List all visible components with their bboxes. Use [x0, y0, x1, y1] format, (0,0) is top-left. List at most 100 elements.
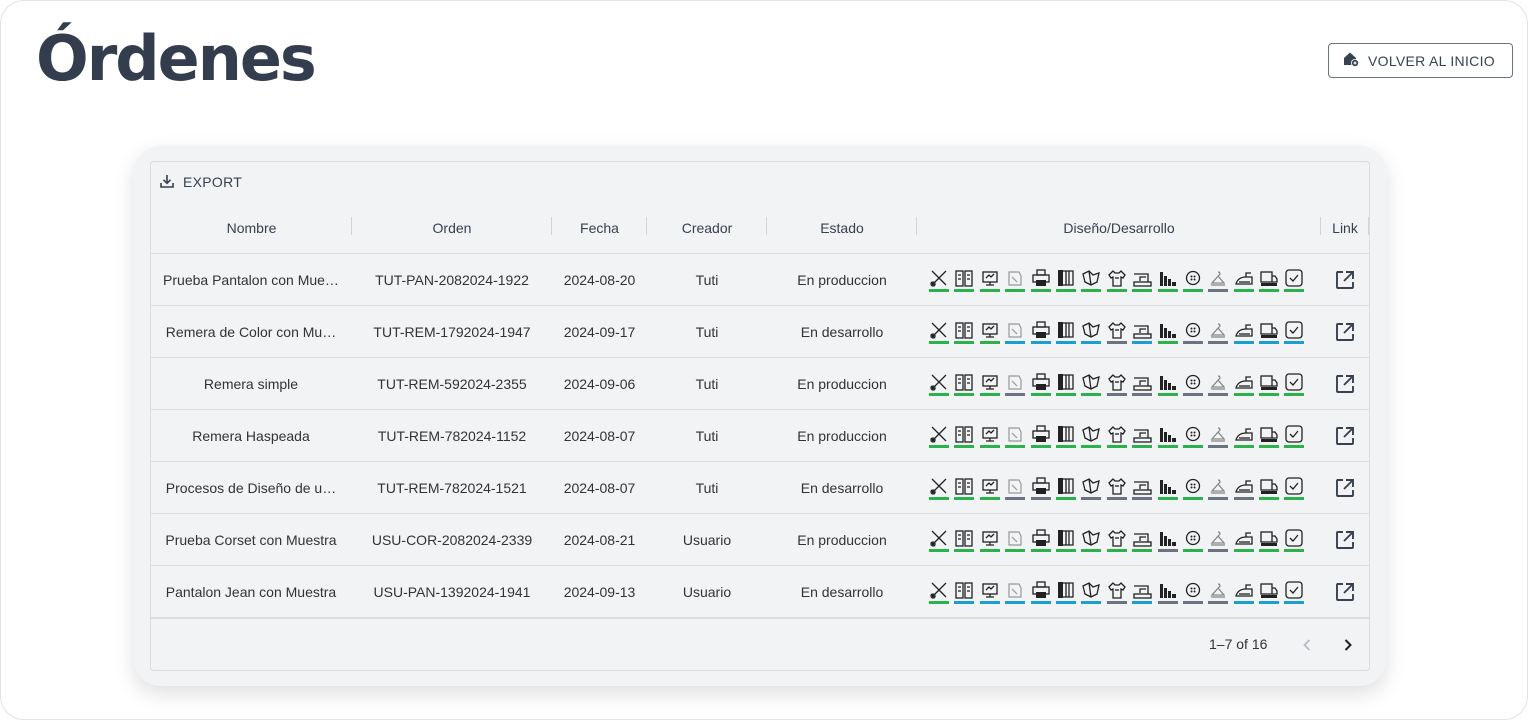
column-header-creador[interactable]: Creador [647, 202, 767, 253]
hanger-icon[interactable] [1208, 320, 1229, 344]
sketch-icon[interactable] [1005, 528, 1026, 552]
approved-check-icon[interactable] [1284, 476, 1305, 500]
delivery-truck-icon[interactable] [1259, 528, 1280, 552]
printer-icon[interactable] [1030, 268, 1051, 292]
sewing-machine-icon[interactable] [1132, 320, 1153, 344]
export-button[interactable]: EXPORT [159, 170, 242, 194]
printer-icon[interactable] [1030, 580, 1051, 604]
delivery-truck-icon[interactable] [1259, 476, 1280, 500]
button-icon[interactable] [1182, 372, 1203, 396]
cutting-icon[interactable] [929, 476, 949, 500]
delivery-truck-icon[interactable] [1259, 320, 1280, 344]
computer-design-icon[interactable] [979, 268, 1000, 292]
button-icon[interactable] [1182, 528, 1203, 552]
approved-check-icon[interactable] [1284, 372, 1305, 396]
open-link-icon[interactable] [1334, 477, 1356, 499]
size-chart-icon[interactable] [1157, 320, 1178, 344]
sketch-icon[interactable] [1005, 476, 1026, 500]
hanger-icon[interactable] [1208, 528, 1229, 552]
printer-icon[interactable] [1030, 528, 1051, 552]
tshirt-icon[interactable] [1106, 372, 1127, 396]
open-link-icon[interactable] [1334, 581, 1356, 603]
sewing-machine-icon[interactable] [1132, 268, 1153, 292]
hanger-icon[interactable] [1208, 372, 1229, 396]
home-button[interactable]: VOLVER AL INICIO [1328, 43, 1513, 78]
sewing-machine-icon[interactable] [1132, 580, 1153, 604]
printer-icon[interactable] [1030, 424, 1051, 448]
iron-icon[interactable] [1233, 424, 1254, 448]
sketch-icon[interactable] [1005, 580, 1026, 604]
table-row[interactable]: Procesos de Diseño de u… TUT-REM-782024-1… [151, 462, 1369, 514]
materials-icon[interactable] [954, 580, 975, 604]
iron-icon[interactable] [1233, 372, 1254, 396]
open-link-icon[interactable] [1334, 373, 1356, 395]
cutting-icon[interactable] [929, 528, 949, 552]
sewing-machine-icon[interactable] [1132, 476, 1153, 500]
folding-icon[interactable] [1081, 528, 1102, 552]
computer-design-icon[interactable] [979, 580, 1000, 604]
delivery-truck-icon[interactable] [1259, 580, 1280, 604]
fabric-roll-icon[interactable] [1055, 580, 1076, 604]
cutting-icon[interactable] [929, 320, 949, 344]
cutting-icon[interactable] [929, 580, 949, 604]
open-link-icon[interactable] [1334, 529, 1356, 551]
size-chart-icon[interactable] [1157, 476, 1178, 500]
folding-icon[interactable] [1081, 580, 1102, 604]
folding-icon[interactable] [1081, 476, 1102, 500]
computer-design-icon[interactable] [979, 476, 1000, 500]
approved-check-icon[interactable] [1284, 528, 1305, 552]
printer-icon[interactable] [1030, 476, 1051, 500]
next-page-button[interactable] [1336, 633, 1360, 662]
materials-icon[interactable] [954, 528, 975, 552]
sewing-machine-icon[interactable] [1132, 372, 1153, 396]
cutting-icon[interactable] [929, 424, 949, 448]
fabric-roll-icon[interactable] [1055, 320, 1076, 344]
folding-icon[interactable] [1081, 424, 1102, 448]
size-chart-icon[interactable] [1157, 528, 1178, 552]
sketch-icon[interactable] [1005, 372, 1026, 396]
size-chart-icon[interactable] [1157, 580, 1178, 604]
tshirt-icon[interactable] [1106, 320, 1127, 344]
column-header-link[interactable]: Link [1321, 202, 1369, 253]
sketch-icon[interactable] [1005, 424, 1026, 448]
table-row[interactable]: Pantalon Jean con Muestra USU-PAN-1392024… [151, 566, 1369, 618]
column-header-orden[interactable]: Orden [352, 202, 552, 253]
iron-icon[interactable] [1233, 320, 1254, 344]
table-row[interactable]: Remera de Color con Mu… TUT-REM-1792024-1… [151, 306, 1369, 358]
button-icon[interactable] [1182, 424, 1203, 448]
open-link-icon[interactable] [1334, 269, 1356, 291]
table-row[interactable]: Remera simple TUT-REM-592024-2355 2024-09-… [151, 358, 1369, 410]
computer-design-icon[interactable] [979, 528, 1000, 552]
hanger-icon[interactable] [1208, 268, 1229, 292]
iron-icon[interactable] [1233, 268, 1254, 292]
hanger-icon[interactable] [1208, 424, 1229, 448]
column-header-estado[interactable]: Estado [767, 202, 917, 253]
column-header-fecha[interactable]: Fecha [552, 202, 647, 253]
approved-check-icon[interactable] [1284, 424, 1305, 448]
cutting-icon[interactable] [929, 372, 949, 396]
tshirt-icon[interactable] [1106, 476, 1127, 500]
folding-icon[interactable] [1081, 372, 1102, 396]
fabric-roll-icon[interactable] [1055, 268, 1076, 292]
prev-page-button[interactable] [1295, 633, 1319, 662]
materials-icon[interactable] [954, 268, 975, 292]
materials-icon[interactable] [954, 320, 975, 344]
materials-icon[interactable] [954, 424, 975, 448]
printer-icon[interactable] [1030, 372, 1051, 396]
materials-icon[interactable] [954, 372, 975, 396]
computer-design-icon[interactable] [979, 320, 1000, 344]
iron-icon[interactable] [1233, 476, 1254, 500]
hanger-icon[interactable] [1208, 580, 1229, 604]
table-row[interactable]: Prueba Pantalon con Mue… TUT-PAN-2082024-… [151, 254, 1369, 306]
table-row[interactable]: Remera Haspeada TUT-REM-782024-1152 2024-0… [151, 410, 1369, 462]
delivery-truck-icon[interactable] [1259, 372, 1280, 396]
sewing-machine-icon[interactable] [1132, 424, 1153, 448]
table-row[interactable]: Prueba Corset con Muestra USU-COR-2082024… [151, 514, 1369, 566]
sketch-icon[interactable] [1005, 320, 1026, 344]
materials-icon[interactable] [954, 476, 975, 500]
delivery-truck-icon[interactable] [1259, 424, 1280, 448]
sketch-icon[interactable] [1005, 268, 1026, 292]
column-header-nombre[interactable]: Nombre [151, 202, 352, 253]
cutting-icon[interactable] [929, 268, 949, 292]
iron-icon[interactable] [1233, 528, 1254, 552]
